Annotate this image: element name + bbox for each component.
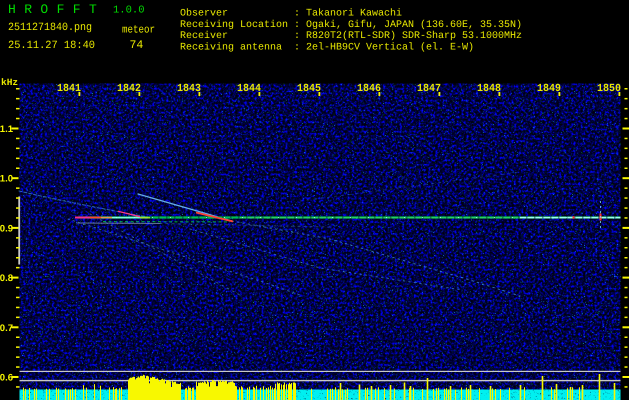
- svg-text:Receiving Location : Ogaki, Gi: Receiving Location : Ogaki, Gifu, JAPAN …: [180, 19, 522, 31]
- svg-text:2511271840.png: 2511271840.png: [8, 22, 92, 34]
- svg-text:1845: 1845: [297, 83, 321, 95]
- svg-text:Receiving antenna : 2el-HB9CV: Receiving antenna : 2el-HB9CV Vertical (…: [180, 42, 474, 54]
- svg-text:1844: 1844: [237, 83, 261, 95]
- svg-text:1841: 1841: [57, 83, 81, 95]
- svg-text:0.7: 0.7: [0, 323, 13, 334]
- svg-text:1.0.0: 1.0.0: [113, 5, 145, 17]
- svg-text:0.6: 0.6: [0, 373, 13, 384]
- svg-text:meteor: meteor: [122, 25, 155, 37]
- svg-text:1847: 1847: [417, 83, 441, 95]
- svg-text:Observer : Takanori: Observer : Takanori Kawachi: [180, 7, 402, 19]
- svg-text:Receiver : R820T2(RT: Receiver : R820T2(RTL-SDR) SDR-Sharp 53.…: [180, 30, 522, 42]
- svg-text:1849: 1849: [537, 83, 561, 95]
- svg-text:H R O F F T: H R O F F T: [8, 2, 97, 17]
- svg-text:25.11.27 18:40: 25.11.27 18:40: [8, 40, 95, 52]
- svg-text:1846: 1846: [357, 83, 381, 95]
- svg-text:0.8: 0.8: [0, 273, 13, 284]
- svg-text:1.0: 1.0: [0, 174, 13, 185]
- svg-text:1842: 1842: [117, 83, 141, 95]
- svg-text:1848: 1848: [477, 83, 501, 95]
- svg-text:0.9: 0.9: [0, 223, 13, 234]
- svg-text:1850: 1850: [597, 83, 621, 95]
- svg-text:1843: 1843: [177, 83, 201, 95]
- svg-text:1.1: 1.1: [0, 124, 14, 135]
- svg-text:74: 74: [130, 39, 144, 52]
- svg-text:kHz: kHz: [1, 77, 18, 88]
